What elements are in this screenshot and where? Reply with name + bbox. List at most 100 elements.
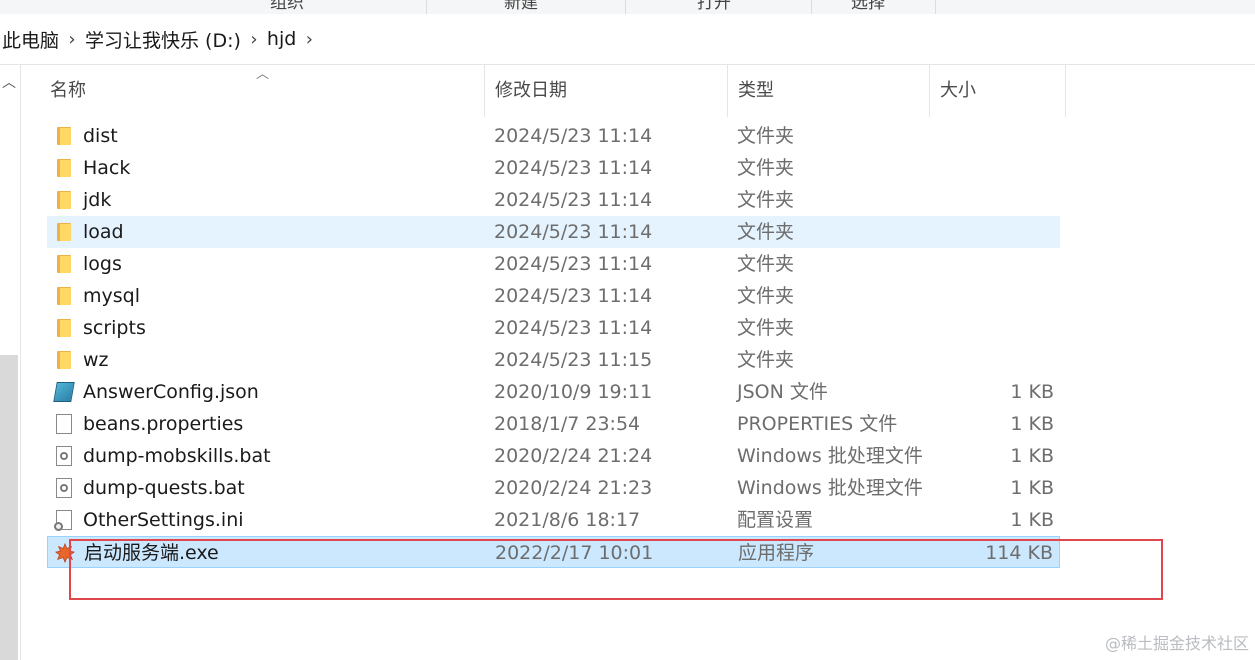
ribbon-label-new: 新建 — [504, 0, 538, 13]
watermark: @稀土掘金技术社区 — [1104, 634, 1249, 653]
file-name: dist — [83, 125, 118, 147]
file-name: Hack — [83, 157, 131, 179]
batch-file-icon — [53, 440, 75, 472]
column-header-name-label: 名称 — [50, 80, 86, 101]
folder-icon — [53, 216, 75, 248]
navigation-pane: ︿ — [0, 65, 21, 660]
chevron-right-icon[interactable]: › — [298, 29, 320, 50]
folder-icon — [53, 280, 75, 312]
file-name: jdk — [83, 189, 112, 211]
file-name: scripts — [83, 317, 146, 339]
file-date: 2024/5/23 11:14 — [494, 125, 653, 147]
file-type: 配置设置 — [737, 509, 814, 531]
file-size: 1 KB — [1010, 381, 1054, 403]
folder-icon — [53, 248, 75, 280]
breadcrumb-drive-d[interactable]: 学习让我快乐 (D:) — [83, 26, 243, 53]
file-type: 文件夹 — [737, 125, 795, 147]
breadcrumb-hjd[interactable]: hjd — [265, 28, 298, 50]
file-type: 应用程序 — [738, 542, 815, 564]
file-name: wz — [83, 349, 109, 371]
file-name: 启动服务端.exe — [84, 542, 219, 564]
ribbon-toolbar: 组织 新建 打开 选择 — [0, 0, 1255, 15]
ribbon-group-new[interactable]: 新建 — [426, 0, 626, 14]
file-name: dump-mobskills.bat — [83, 445, 271, 467]
column-header-type-label: 类型 — [738, 80, 774, 101]
folder-icon — [53, 152, 75, 184]
file-type: 文件夹 — [737, 157, 795, 179]
column-header-size[interactable]: 大小 — [930, 65, 1066, 117]
column-header-date[interactable]: 修改日期 — [485, 65, 728, 117]
scroll-up-icon[interactable]: ︿ — [0, 73, 18, 93]
file-row-jdk[interactable]: jdk 2024/5/23 11:14 文件夹 — [47, 184, 1060, 216]
file-type: PROPERTIES 文件 — [737, 413, 898, 435]
ribbon-label-organize: 组织 — [270, 0, 304, 13]
file-row-othersettings[interactable]: OtherSettings.ini 2021/8/6 18:17 配置设置 1 … — [47, 504, 1060, 536]
batch-file-icon — [53, 472, 75, 504]
file-date: 2024/5/23 11:14 — [494, 285, 653, 307]
file-type: 文件夹 — [737, 253, 795, 275]
file-name: logs — [83, 253, 122, 275]
column-header-type[interactable]: 类型 — [728, 65, 930, 117]
file-date: 2020/2/24 21:24 — [494, 445, 653, 467]
file-row-mysql[interactable]: mysql 2024/5/23 11:14 文件夹 — [47, 280, 1060, 312]
file-list: dist 2024/5/23 11:14 文件夹 Hack 2024/5/23 … — [47, 120, 1060, 568]
file-row-dist[interactable]: dist 2024/5/23 11:14 文件夹 — [47, 120, 1060, 152]
document-icon — [53, 408, 75, 440]
file-type: 文件夹 — [737, 317, 795, 339]
maple-leaf-app-icon — [54, 537, 76, 569]
file-date: 2024/5/23 11:14 — [494, 221, 653, 243]
column-header-size-label: 大小 — [940, 80, 976, 101]
file-row-hack[interactable]: Hack 2024/5/23 11:14 文件夹 — [47, 152, 1060, 184]
file-size: 1 KB — [1010, 445, 1054, 467]
file-name: OtherSettings.ini — [83, 509, 244, 531]
chevron-right-icon[interactable]: › — [243, 29, 265, 50]
file-type: 文件夹 — [737, 221, 795, 243]
file-type: Windows 批处理文件 — [737, 477, 923, 499]
file-row-beans[interactable]: beans.properties 2018/1/7 23:54 PROPERTI… — [47, 408, 1060, 440]
column-header-name[interactable]: 名称 — [40, 65, 485, 117]
file-row-answerconfig[interactable]: AnswerConfig.json 2020/10/9 19:11 JSON 文… — [47, 376, 1060, 408]
file-name: mysql — [83, 285, 140, 307]
folder-icon — [53, 184, 75, 216]
ribbon-group-organize[interactable]: 组织 — [0, 0, 427, 14]
file-row-wz[interactable]: wz 2024/5/23 11:15 文件夹 — [47, 344, 1060, 376]
ribbon-group-select[interactable]: 选择 — [811, 0, 936, 14]
file-date: 2018/1/7 23:54 — [494, 413, 641, 435]
file-row-logs[interactable]: logs 2024/5/23 11:14 文件夹 — [47, 248, 1060, 280]
file-size: 1 KB — [1010, 509, 1054, 531]
file-type: 文件夹 — [737, 285, 795, 307]
column-headers: ︿ 名称 修改日期 类型 大小 — [20, 65, 1255, 117]
navigation-scrollbar[interactable] — [0, 355, 18, 660]
file-date: 2024/5/23 11:14 — [494, 253, 653, 275]
settings-file-icon — [53, 504, 75, 536]
file-size: 1 KB — [1010, 413, 1054, 435]
file-date: 2020/2/24 21:23 — [494, 477, 653, 499]
file-row-start-server-exe[interactable]: 启动服务端.exe 2022/2/17 10:01 应用程序 114 KB — [47, 536, 1060, 568]
file-date: 2024/5/23 11:15 — [494, 349, 653, 371]
json-file-icon — [53, 376, 75, 408]
file-row-load[interactable]: load 2024/5/23 11:14 文件夹 — [47, 216, 1060, 248]
address-bar[interactable]: 此电脑 › 学习让我快乐 (D:) › hjd › — [0, 14, 1255, 65]
breadcrumb-this-pc[interactable]: 此电脑 — [0, 26, 61, 53]
file-size: 1 KB — [1010, 477, 1054, 499]
folder-icon — [53, 344, 75, 376]
file-row-dump-mobskills[interactable]: dump-mobskills.bat 2020/2/24 21:24 Windo… — [47, 440, 1060, 472]
ribbon-label-open: 打开 — [697, 0, 731, 13]
file-row-scripts[interactable]: scripts 2024/5/23 11:14 文件夹 — [47, 312, 1060, 344]
file-row-dump-quests[interactable]: dump-quests.bat 2020/2/24 21:23 Windows … — [47, 472, 1060, 504]
file-date: 2024/5/23 11:14 — [494, 189, 653, 211]
file-size: 114 KB — [985, 542, 1053, 564]
ribbon-group-open[interactable]: 打开 — [625, 0, 812, 14]
file-name: beans.properties — [83, 413, 244, 435]
column-header-date-label: 修改日期 — [495, 80, 567, 101]
chevron-right-icon[interactable]: › — [61, 29, 83, 50]
file-name: dump-quests.bat — [83, 477, 245, 499]
file-date: 2024/5/23 11:14 — [494, 157, 653, 179]
file-date: 2021/8/6 18:17 — [494, 509, 641, 531]
file-type: Windows 批处理文件 — [737, 445, 923, 467]
folder-icon — [53, 312, 75, 344]
file-date: 2022/2/17 10:01 — [495, 542, 654, 564]
ribbon-label-select: 选择 — [851, 0, 885, 13]
file-date: 2024/5/23 11:14 — [494, 317, 653, 339]
file-type: 文件夹 — [737, 189, 795, 211]
